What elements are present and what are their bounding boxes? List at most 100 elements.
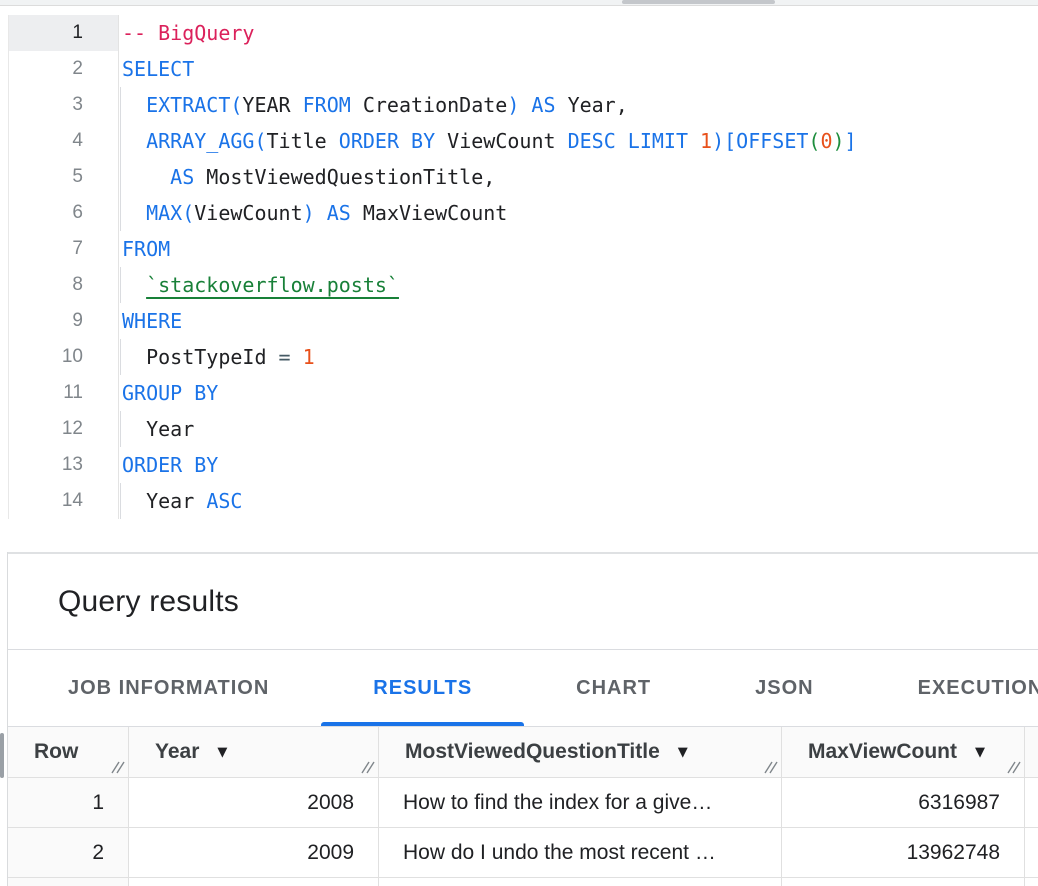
- code-token: ViewCount: [194, 201, 302, 225]
- code-line-content: Year: [119, 411, 1038, 447]
- tab-label: CHART: [576, 677, 651, 700]
- column-header-label: MaxViewCount: [808, 740, 957, 764]
- table-cell: 13962748: [782, 828, 1025, 877]
- code-line: 5 AS MostViewedQuestionTitle,: [8, 159, 1038, 195]
- horizontal-scrollbar-thumb[interactable]: [622, 0, 775, 4]
- query-results-title: Query results: [58, 585, 239, 619]
- table-cell: [782, 878, 1025, 886]
- code-line: 2 SELECT: [8, 51, 1038, 87]
- code-line: 10 PostTypeId = 1: [8, 339, 1038, 375]
- column-header-year[interactable]: Year ▼: [129, 727, 379, 777]
- cell-value: 2: [92, 841, 104, 865]
- tab-chart[interactable]: CHART: [524, 650, 703, 726]
- column-resize-handle-icon[interactable]: [1007, 761, 1021, 774]
- table-cell: How to find the index for a give…: [379, 778, 782, 827]
- table-cell: 6316987: [782, 778, 1025, 827]
- indent-guide: [120, 411, 121, 447]
- tab-execution-details[interactable]: EXECUTION DETAILS: [866, 650, 1038, 726]
- line-number: 10: [8, 339, 119, 375]
- column-header-maxviewcount[interactable]: MaxViewCount ▼: [782, 727, 1025, 777]
- code-token: AS: [519, 93, 567, 117]
- cell-value: 1: [92, 791, 104, 815]
- code-token: CreationDate: [363, 93, 508, 117]
- code-token: Year,: [568, 93, 628, 117]
- table-cell: [129, 878, 379, 886]
- code-line: 3 EXTRACT(YEAR FROM CreationDate) AS Yea…: [8, 87, 1038, 123]
- table-row-partial: [8, 878, 1038, 886]
- table-cell: [1025, 778, 1038, 827]
- results-table: Row Year ▼ MostViewedQuestionTitle ▼ Max…: [8, 727, 1038, 886]
- code-line: 8 `stackoverflow.posts`: [8, 267, 1038, 303]
- code-token: [122, 489, 146, 513]
- code-token: (: [808, 129, 820, 153]
- column-resize-handle-icon[interactable]: [764, 761, 778, 774]
- column-header-mostviewedquestiontitle[interactable]: MostViewedQuestionTitle ▼: [379, 727, 782, 777]
- results-tab-bar: JOB INFORMATION RESULTS CHART JSON EXECU…: [8, 650, 1038, 727]
- tab-job-information[interactable]: JOB INFORMATION: [16, 650, 321, 726]
- line-number: 12: [8, 411, 119, 447]
- code-token: Year: [146, 417, 194, 441]
- code-line: 7 FROM: [8, 231, 1038, 267]
- code-line: 13 ORDER BY: [8, 447, 1038, 483]
- table-cell: 2009: [129, 828, 379, 877]
- line-number: 9: [8, 303, 119, 339]
- code-token: ORDER BY: [122, 453, 218, 477]
- tab-results[interactable]: RESULTS: [321, 650, 524, 726]
- code-line-content: FROM: [119, 231, 1038, 267]
- table-cell: 2008: [129, 778, 379, 827]
- code-token: [122, 345, 146, 369]
- code-token: GROUP BY: [122, 381, 218, 405]
- code-token: ORDER BY: [327, 129, 447, 153]
- indent-guide: [120, 123, 121, 159]
- code-line-content: MAX(ViewCount) AS MaxViewCount: [119, 195, 1038, 231]
- cell-value: 2008: [307, 791, 354, 815]
- tab-label: EXECUTION DETAILS: [918, 677, 1038, 700]
- line-number: 2: [8, 51, 119, 87]
- column-header-label: Year: [155, 740, 199, 764]
- sql-editor[interactable]: 1 -- BigQuery 2 SELECT 3 EXTRACT(YEAR FR…: [8, 6, 1038, 523]
- table-reference-link[interactable]: `stackoverflow.posts`: [146, 273, 399, 297]
- tab-json[interactable]: JSON: [703, 650, 865, 726]
- code-token: ViewCount: [447, 129, 555, 153]
- code-token: AS: [170, 165, 206, 189]
- indent-guide: [120, 87, 121, 123]
- line-number: 11: [8, 375, 119, 411]
- line-number: 13: [8, 447, 119, 483]
- tab-label: JOB INFORMATION: [68, 677, 269, 700]
- table-cell: 1: [8, 778, 129, 827]
- column-resize-handle-icon[interactable]: [111, 761, 125, 774]
- table-cell: [8, 878, 129, 886]
- code-line: 6 MAX(ViewCount) AS MaxViewCount: [8, 195, 1038, 231]
- table-header-row: Row Year ▼ MostViewedQuestionTitle ▼ Max…: [8, 727, 1038, 778]
- code-token: DESC LIMIT: [556, 129, 701, 153]
- cell-value: How to find the index for a give…: [403, 791, 712, 815]
- code-line: 12 Year: [8, 411, 1038, 447]
- code-token: ): [833, 129, 845, 153]
- code-line-content: `stackoverflow.posts`: [119, 267, 1038, 303]
- code-token: MostViewedQuestionTitle,: [206, 165, 495, 189]
- column-sort-dropdown-icon: ▼: [975, 745, 985, 760]
- code-token: [122, 273, 146, 297]
- cell-value: 6316987: [918, 791, 1000, 815]
- editor-top-scrollbar-track: [0, 0, 1038, 6]
- code-token: [122, 417, 146, 441]
- code-token: =: [279, 345, 303, 369]
- code-token: [122, 165, 170, 189]
- code-line: 9 WHERE: [8, 303, 1038, 339]
- cell-value: How do I undo the most recent …: [403, 841, 716, 865]
- column-header-overflow: [1025, 727, 1038, 777]
- line-number: 5: [8, 159, 119, 195]
- indent-guide: [120, 267, 121, 303]
- line-number: 1: [8, 15, 119, 51]
- code-token: 0: [820, 129, 832, 153]
- code-token: ]: [845, 129, 857, 153]
- table-cell: How do I undo the most recent …: [379, 828, 782, 877]
- code-token: FROM: [122, 237, 170, 261]
- column-resize-handle-icon[interactable]: [361, 761, 375, 774]
- vertical-scrollbar-thumb[interactable]: [0, 733, 4, 778]
- code-token: EXTRACT(: [146, 93, 242, 117]
- column-sort-dropdown-icon: ▼: [217, 745, 227, 760]
- code-line: 11 GROUP BY: [8, 375, 1038, 411]
- panel-gap: [0, 523, 1038, 552]
- code-token: ARRAY_AGG(: [146, 129, 266, 153]
